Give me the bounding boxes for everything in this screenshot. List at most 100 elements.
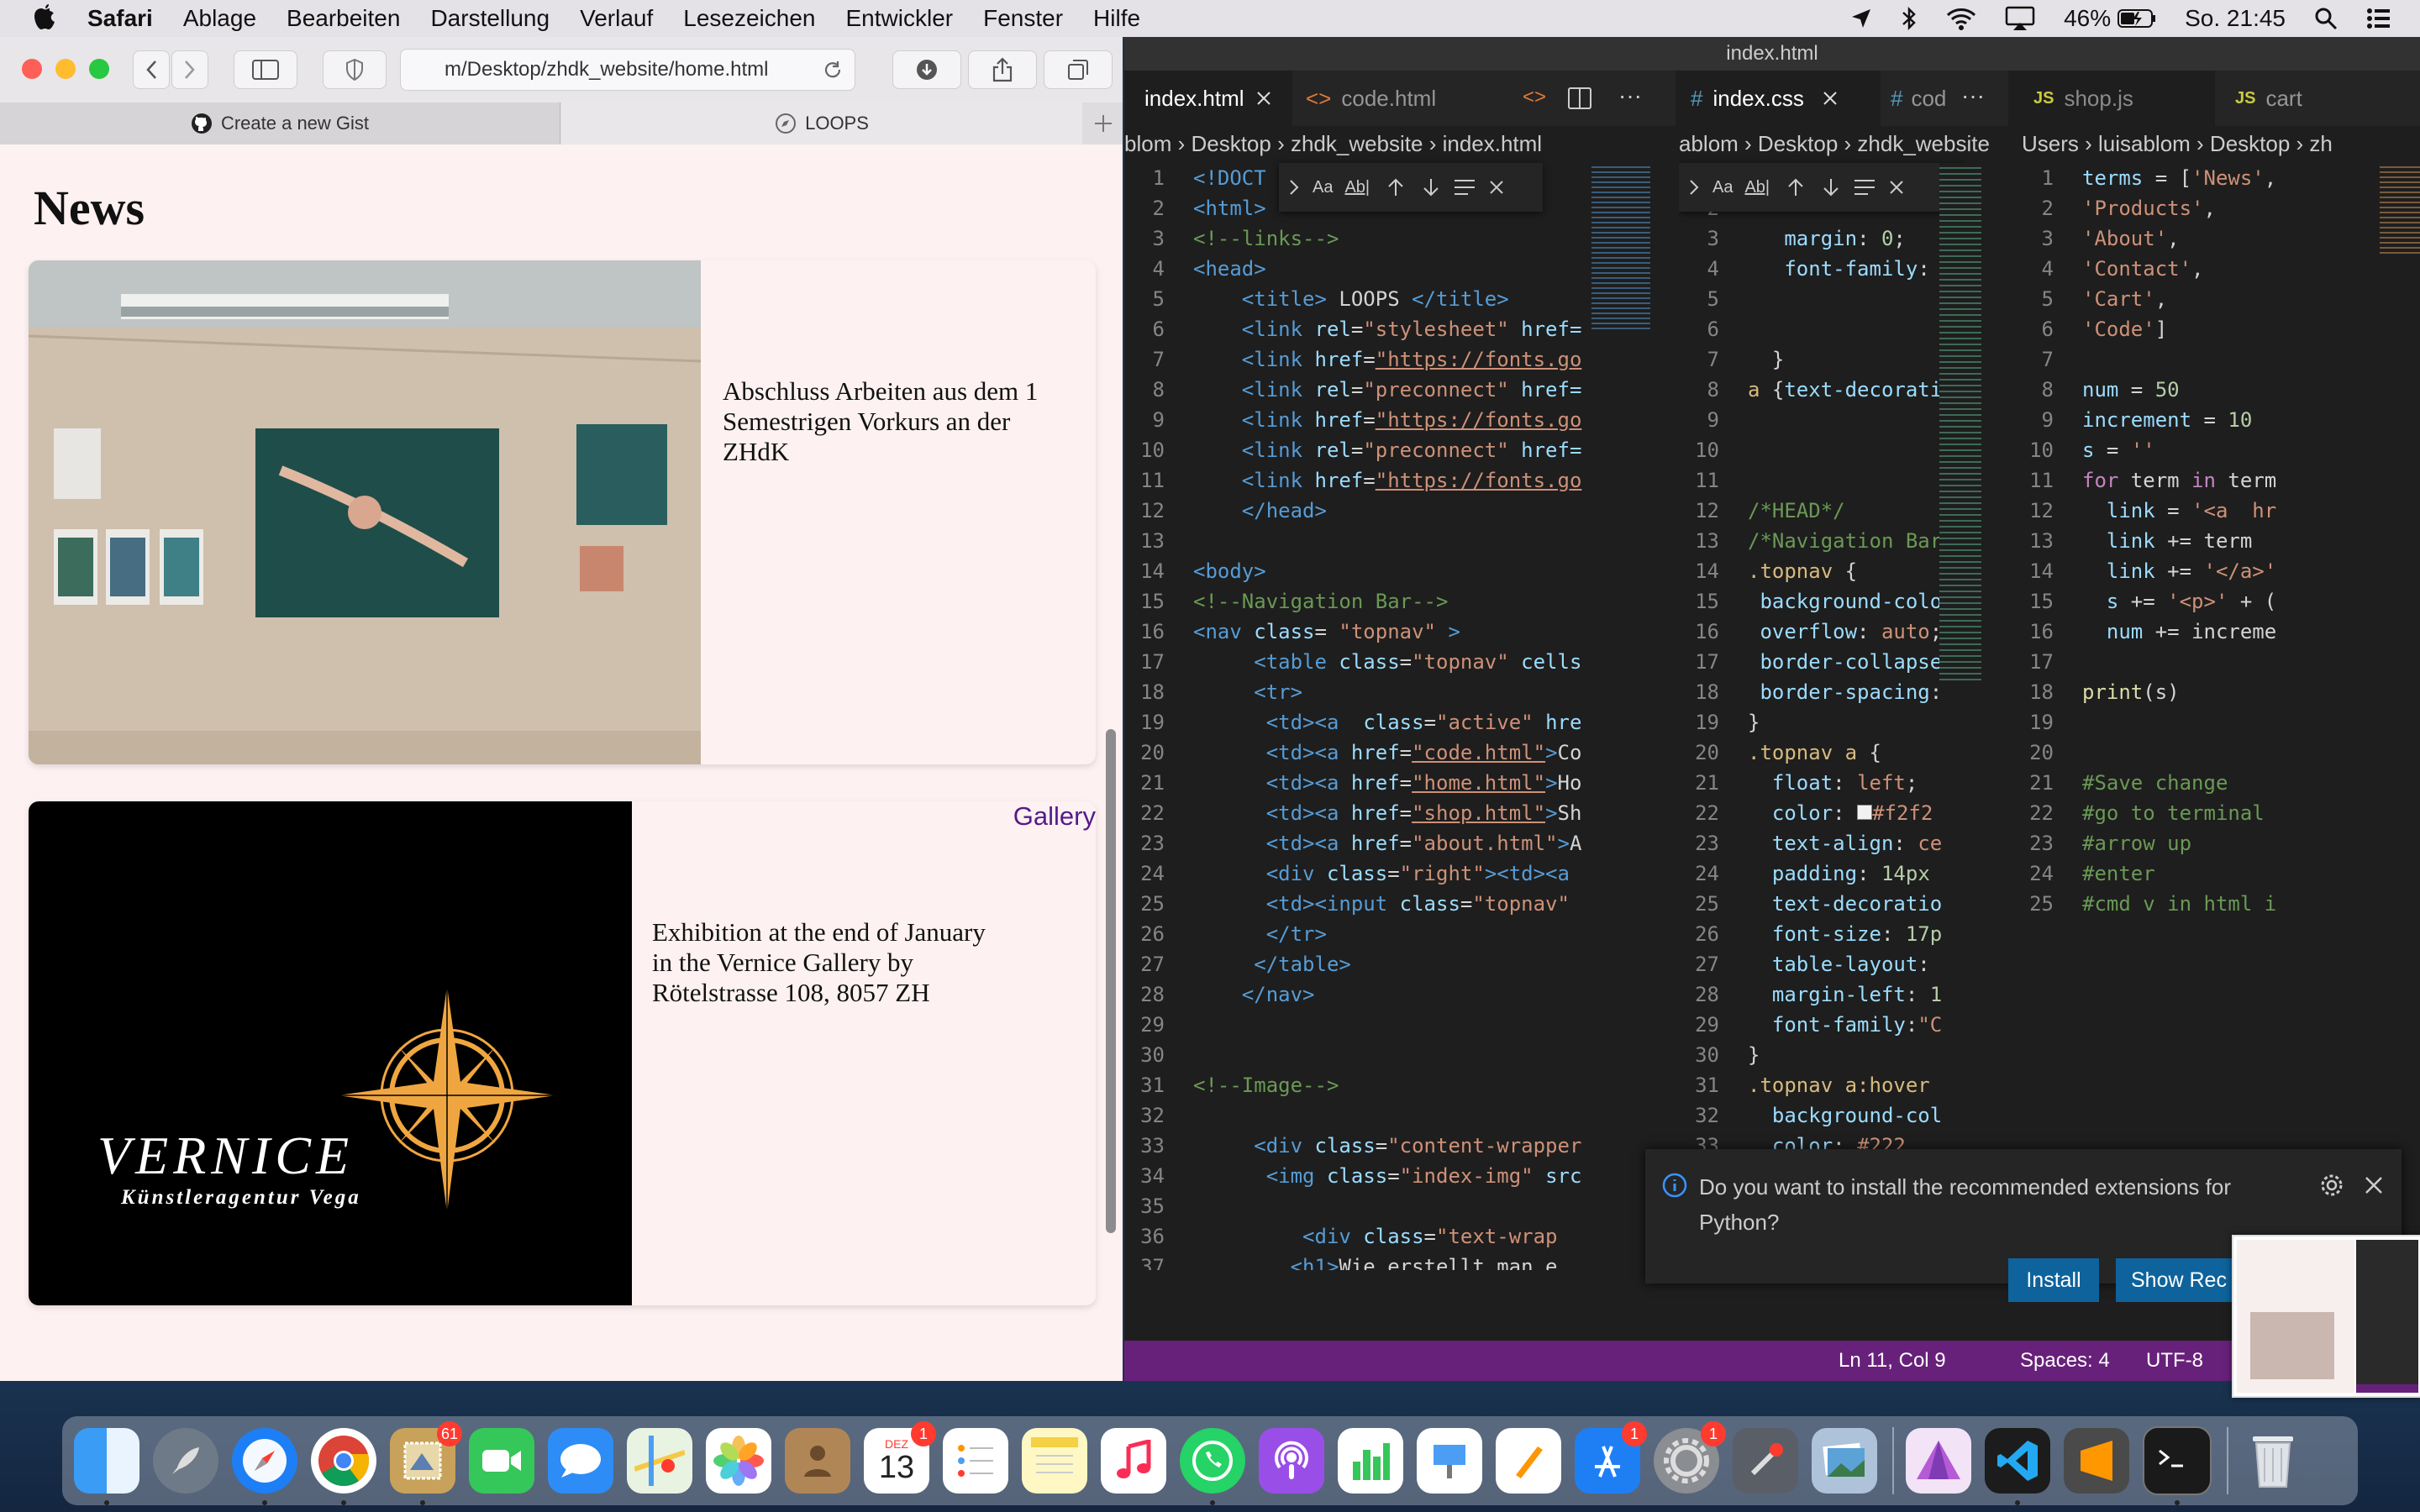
share-button[interactable] <box>968 50 1037 89</box>
minimize-window-button[interactable] <box>55 59 76 79</box>
calendar-icon[interactable]: DEZ 13 1 <box>864 1421 936 1494</box>
keynote-icon[interactable] <box>1417 1428 1482 1494</box>
minimap[interactable] <box>2380 163 2420 1255</box>
sidebar-toggle-button[interactable] <box>234 50 297 89</box>
messages-icon[interactable] <box>548 1428 613 1494</box>
preview-icon[interactable] <box>1812 1428 1877 1494</box>
chrome-icon[interactable] <box>311 1428 376 1505</box>
close-icon[interactable] <box>1256 91 1271 106</box>
arrow-down-icon[interactable] <box>1422 177 1440 197</box>
podcasts-icon[interactable] <box>1259 1428 1324 1494</box>
contacts-icon[interactable] <box>785 1428 850 1494</box>
safari-app-icon[interactable] <box>232 1428 297 1505</box>
close-icon[interactable] <box>2365 1176 2383 1194</box>
menu-verlauf[interactable]: Verlauf <box>580 5 653 32</box>
tab-overview-button[interactable] <box>1044 50 1113 89</box>
forward-button[interactable] <box>171 50 208 89</box>
app-store-icon[interactable]: 1 <box>1575 1421 1647 1494</box>
terminal-icon[interactable] <box>2143 1426 2212 1505</box>
facetime-icon[interactable] <box>469 1428 534 1494</box>
minimap[interactable] <box>1939 163 1998 1255</box>
vscode-icon[interactable] <box>1985 1428 2050 1505</box>
menu-fenster[interactable]: Fenster <box>983 5 1063 32</box>
tab-index-html[interactable]: index.html <box>1124 71 1292 126</box>
arrow-up-icon[interactable] <box>1786 177 1805 197</box>
whatsapp-icon[interactable] <box>1180 1428 1245 1505</box>
tab-loops[interactable]: LOOPS <box>561 102 1082 144</box>
chevron-right-icon[interactable] <box>1689 179 1699 196</box>
more-actions-icon[interactable]: ··· <box>1961 82 1985 109</box>
zoom-window-button[interactable] <box>89 59 109 79</box>
launchpad-icon[interactable] <box>153 1428 218 1494</box>
find-in-selection-icon[interactable] <box>1854 178 1876 197</box>
battery-icon[interactable] <box>2118 8 2156 29</box>
breadcrumb[interactable]: ablom › Desktop › zhdk_website <box>1679 126 2008 161</box>
location-icon[interactable] <box>1850 8 1872 29</box>
bluetooth-icon[interactable] <box>1901 6 1918 31</box>
trash-icon[interactable] <box>2240 1428 2306 1494</box>
close-icon[interactable] <box>1823 91 1838 106</box>
match-word-toggle[interactable]: Ab| <box>1344 178 1370 197</box>
spotlight-search-icon[interactable] <box>2314 7 2338 30</box>
encoding-setting[interactable]: UTF-8 <box>2146 1349 2203 1373</box>
sublime-text-icon[interactable] <box>2064 1428 2129 1494</box>
news-card[interactable]: VERNICE Künstleragentur Vega Gallery Exh… <box>29 801 1096 1305</box>
menubar-clock[interactable]: So. 21:45 <box>2185 5 2286 32</box>
more-actions-icon[interactable]: ··· <box>1618 82 1642 109</box>
chevron-right-icon[interactable] <box>1289 179 1299 196</box>
menu-app-name[interactable]: Safari <box>87 5 153 32</box>
new-tab-button[interactable] <box>1084 102 1123 144</box>
url-text[interactable]: m/Desktop/zhdk_website/home.html <box>445 58 769 81</box>
breadcrumb[interactable]: Users › luisablom › Desktop › zh <box>2013 126 2420 161</box>
find-widget[interactable]: Aa Ab| <box>1679 163 1965 212</box>
system-preferences-icon[interactable]: 1 <box>1654 1421 1726 1494</box>
reminders-icon[interactable] <box>943 1428 1008 1494</box>
url-bar[interactable]: m/Desktop/zhdk_website/home.html <box>400 49 855 91</box>
gear-icon[interactable] <box>2319 1173 2344 1198</box>
privacy-report-button[interactable] <box>323 50 387 89</box>
airplay-icon[interactable] <box>2005 6 2035 31</box>
close-window-button[interactable] <box>22 59 42 79</box>
menu-hilfe[interactable]: Hilfe <box>1093 5 1140 32</box>
menu-entwickler[interactable]: Entwickler <box>846 5 954 32</box>
find-widget[interactable]: Aa Ab| <box>1279 163 1543 212</box>
menu-lesezeichen[interactable]: Lesezeichen <box>683 5 815 32</box>
html-file-icon[interactable]: <> <box>1523 86 1546 109</box>
back-button[interactable] <box>133 50 170 89</box>
menu-bearbeiten[interactable]: Bearbeiten <box>287 5 400 32</box>
affinity-photo-icon[interactable] <box>1906 1428 1971 1494</box>
maps-icon[interactable] <box>627 1428 692 1494</box>
code-editor[interactable]: 1 terms = ['News', 2 'Products', 3 'About',… <box>2013 163 2420 919</box>
music-icon[interactable] <box>1101 1428 1166 1494</box>
install-button[interactable]: Install <box>2008 1258 2099 1302</box>
close-icon[interactable] <box>1889 180 1904 195</box>
tab-code-html[interactable]: <> code.html <box>1292 71 1465 126</box>
show-recommendations-button[interactable]: Show Rec <box>2116 1258 2242 1302</box>
menu-darstellung[interactable]: Darstellung <box>430 5 550 32</box>
tab-code-css[interactable]: # cod <box>1881 71 1956 126</box>
page-scrollbar[interactable] <box>1106 729 1116 1233</box>
close-icon[interactable] <box>1489 180 1504 195</box>
match-case-toggle[interactable]: Aa <box>1712 178 1733 197</box>
menu-ablage[interactable]: Ablage <box>183 5 256 32</box>
mail-icon[interactable]: 61 <box>390 1421 462 1505</box>
cursor-position[interactable]: Ln 11, Col 9 <box>1839 1349 1946 1373</box>
control-center-icon[interactable] <box>2366 8 2391 29</box>
gallery-link[interactable]: Gallery <box>1013 801 1096 832</box>
instruments-icon[interactable] <box>1733 1428 1798 1494</box>
find-in-selection-icon[interactable] <box>1454 178 1476 197</box>
indentation-setting[interactable]: Spaces: 4 <box>2020 1349 2110 1373</box>
notes-icon[interactable] <box>1022 1428 1087 1494</box>
tab-shop-js[interactable]: JS shop.js <box>2013 71 2215 126</box>
breadcrumb[interactable]: blom › Desktop › zhdk_website › index.ht… <box>1124 126 1676 161</box>
minimap[interactable] <box>1591 163 1650 1255</box>
tab-cart-js[interactable]: JS cart <box>2215 71 2420 126</box>
apple-icon[interactable] <box>30 3 59 34</box>
arrow-up-icon[interactable] <box>1386 177 1405 197</box>
screenshot-thumbnail[interactable] <box>2232 1235 2420 1398</box>
arrow-down-icon[interactable] <box>1822 177 1840 197</box>
wifi-icon[interactable] <box>1946 7 1976 30</box>
photos-icon[interactable] <box>706 1428 771 1494</box>
match-case-toggle[interactable]: Aa <box>1313 178 1333 197</box>
finder-icon[interactable] <box>74 1428 139 1505</box>
